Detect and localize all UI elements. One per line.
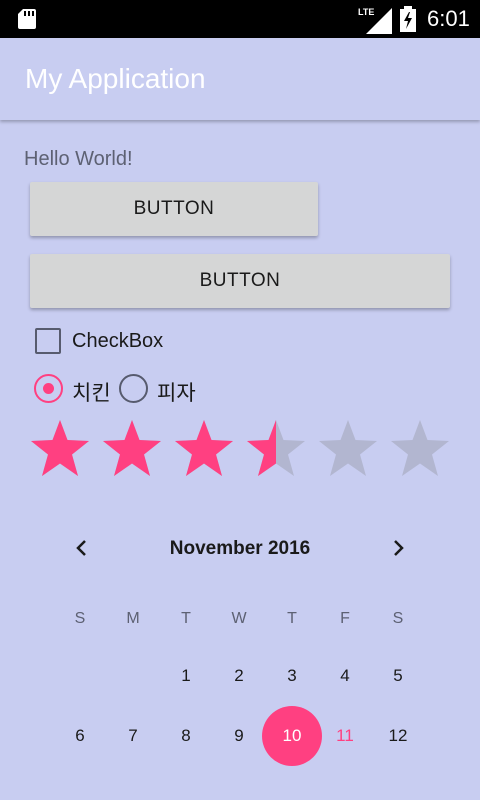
radio-pizza-label: 피자 xyxy=(157,382,196,405)
calendar-day[interactable]: 5 xyxy=(378,666,418,686)
star-half-icon[interactable] xyxy=(245,418,307,480)
calendar-day[interactable]: 6 xyxy=(60,726,100,746)
weekday-monday: M xyxy=(126,610,140,627)
weekday-thursday: T xyxy=(287,610,297,627)
app-title: My Application xyxy=(25,63,206,94)
calendar-view: November 2016 S M T W T F S 1 2 3 4 5 6 … xyxy=(0,520,480,800)
calendar-day[interactable]: 8 xyxy=(166,726,206,746)
rating-bar[interactable] xyxy=(29,418,455,480)
calendar-day[interactable]: 9 xyxy=(219,726,259,746)
lte-signal-icon: LTE xyxy=(358,7,392,34)
hello-text: Hello World! xyxy=(24,148,133,170)
app-bar: My Application xyxy=(0,38,480,120)
sd-card-icon xyxy=(18,9,36,29)
weekday-sunday: S xyxy=(74,610,86,627)
star-empty-icon[interactable] xyxy=(389,418,451,480)
calendar-day-selected[interactable]: 10 xyxy=(272,726,312,746)
checkbox-box-icon[interactable] xyxy=(35,328,61,354)
calendar-day[interactable]: 7 xyxy=(113,726,153,746)
calendar-day[interactable]: 4 xyxy=(325,666,365,686)
status-clock: 6:01 xyxy=(427,6,470,31)
star-filled-icon[interactable] xyxy=(101,418,163,480)
svg-text:LTE: LTE xyxy=(358,7,374,17)
status-bar: LTE 6:01 xyxy=(0,0,480,38)
button-2[interactable]: BUTTON xyxy=(30,254,450,308)
chevron-right-icon[interactable] xyxy=(386,536,410,560)
calendar-day[interactable]: 12 xyxy=(378,726,418,746)
radio-checked-icon[interactable] xyxy=(34,374,63,403)
radio-chicken-label: 치킨 xyxy=(72,382,111,405)
star-empty-icon[interactable] xyxy=(317,418,379,480)
calendar-month-title: November 2016 xyxy=(169,538,311,559)
weekday-friday: F xyxy=(340,610,350,627)
checkbox-label: CheckBox xyxy=(72,330,164,352)
calendar-day[interactable]: 2 xyxy=(219,666,259,686)
radio-unchecked-icon[interactable] xyxy=(119,374,148,403)
weekday-tuesday: T xyxy=(181,610,191,627)
battery-charging-icon xyxy=(400,6,416,32)
chevron-left-icon[interactable] xyxy=(70,536,94,560)
radio-dot-icon xyxy=(43,383,54,394)
calendar-day[interactable]: 1 xyxy=(166,666,206,686)
calendar-day-today[interactable]: 11 xyxy=(325,726,365,746)
star-filled-icon[interactable] xyxy=(173,418,235,480)
calendar-day[interactable]: 3 xyxy=(272,666,312,686)
weekday-wednesday: W xyxy=(231,610,247,627)
button-1[interactable]: BUTTON xyxy=(30,182,318,236)
star-filled-icon[interactable] xyxy=(29,418,91,480)
weekday-saturday: S xyxy=(392,610,404,627)
